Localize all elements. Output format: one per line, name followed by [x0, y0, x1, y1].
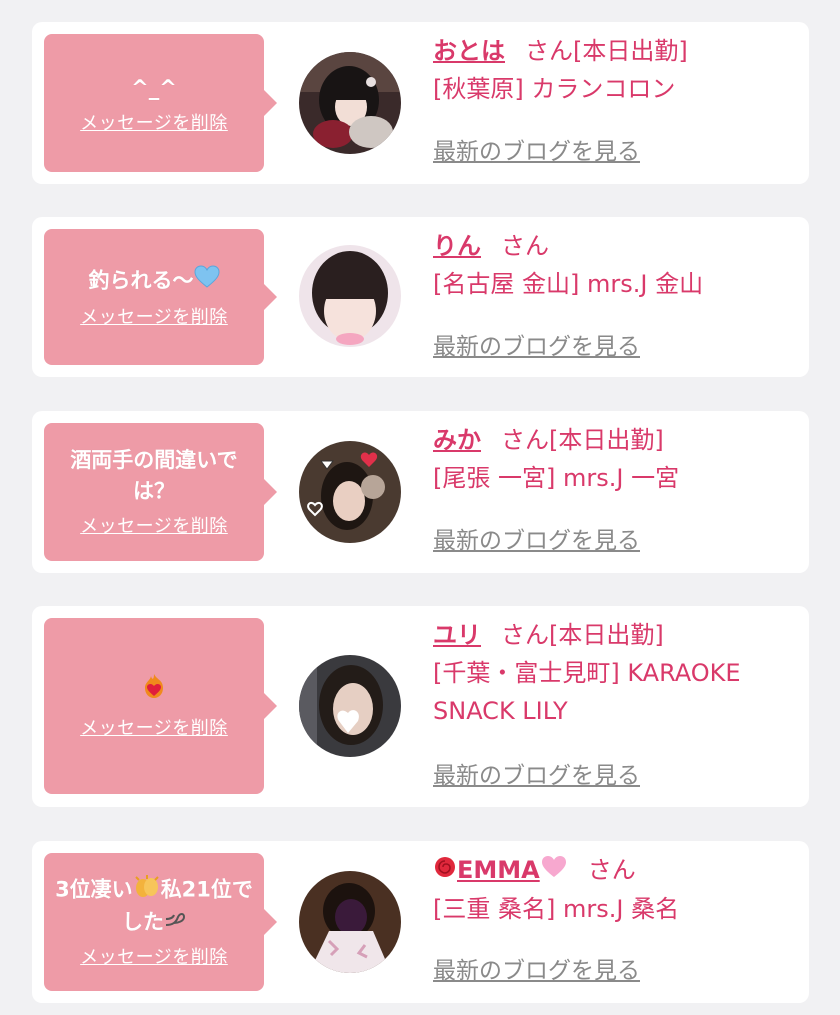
- message-text: 酒両手の間違いでは？: [70, 448, 238, 503]
- cast-status: さん: [587, 856, 636, 884]
- message-text: [54, 672, 254, 709]
- message-text: ^_^: [131, 75, 177, 100]
- message-bubble: 釣られる〜 メッセージを削除: [44, 229, 277, 365]
- delete-message-link[interactable]: メッセージを削除: [80, 946, 228, 970]
- message-text: 釣られる〜: [54, 264, 254, 298]
- delete-message-link[interactable]: メッセージを削除: [80, 515, 228, 539]
- cast-card: ^_^ メッセージを削除 おとは さん[本日出勤] [秋葉原] カランコロン 最新…: [32, 22, 809, 184]
- delete-message-link[interactable]: メッセージを削除: [80, 306, 228, 330]
- message-bubble: ^_^ メッセージを削除: [44, 34, 277, 172]
- cast-status: さん[本日出勤]: [501, 426, 664, 454]
- clapping-hands-icon: [133, 874, 161, 907]
- cast-status: さん: [501, 232, 549, 260]
- cast-card: 3位凄い 私21位でした メッセージを削除 EMMA さん [三重 桑名] mrs.…: [32, 841, 809, 1003]
- cast-info: EMMA さん [三重 桑名] mrs.J 桑名: [433, 853, 789, 928]
- message-bubble: 酒両手の間違いでは？ メッセージを削除: [44, 423, 277, 561]
- latest-blog-link[interactable]: 最新のブログを見る: [433, 760, 640, 792]
- cast-info: ユリ さん[本日出勤] [千葉・富士見町] KARAOKE SNACK LILY: [433, 618, 789, 730]
- rose-icon: [433, 854, 457, 888]
- avatar[interactable]: [299, 871, 401, 973]
- delete-message-link[interactable]: メッセージを削除: [80, 717, 228, 741]
- favorites-list: ^_^ メッセージを削除 おとは さん[本日出勤] [秋葉原] カランコロン 最新…: [0, 0, 840, 1015]
- message-text: 3位凄い 私21位でした: [54, 874, 254, 939]
- latest-blog-link[interactable]: 最新のブログを見る: [433, 955, 640, 987]
- cast-info: りん さん [名古屋 金山] mrs.J 金山: [433, 229, 789, 303]
- latest-blog-link[interactable]: 最新のブログを見る: [433, 331, 640, 363]
- avatar[interactable]: [299, 52, 401, 154]
- latest-blog-link[interactable]: 最新のブログを見る: [433, 136, 640, 168]
- cast-name-link[interactable]: ユリ: [433, 621, 481, 649]
- cast-info: みか さん[本日出勤] [尾張 一宮] mrs.J 一宮: [433, 423, 789, 497]
- latest-blog-link[interactable]: 最新のブログを見る: [433, 525, 640, 557]
- shop-name: [名古屋 金山] mrs.J 金山: [433, 270, 704, 298]
- message-bubble: メッセージを削除: [44, 618, 277, 794]
- cast-card: メッセージを削除 ユリ さん[本日出勤] [千葉・富士見町] KARAOKE SN…: [32, 606, 809, 807]
- avatar[interactable]: [299, 245, 401, 347]
- cast-info: おとは さん[本日出勤] [秋葉原] カランコロン: [433, 34, 789, 108]
- pink-heart-icon: [540, 854, 568, 888]
- shop-name: [尾張 一宮] mrs.J 一宮: [433, 464, 680, 492]
- cast-name-link[interactable]: みか: [433, 426, 481, 454]
- message-bubble: 3位凄い 私21位でした メッセージを削除: [44, 853, 277, 991]
- dashing-away-icon: [164, 907, 186, 938]
- avatar[interactable]: [299, 655, 401, 757]
- cast-name-link[interactable]: EMMA: [457, 856, 540, 884]
- shop-name: [三重 桑名] mrs.J 桑名: [433, 895, 680, 923]
- cast-name-link[interactable]: りん: [433, 232, 481, 260]
- heart-on-fire-icon: [141, 672, 167, 709]
- cast-name-link[interactable]: おとは: [433, 37, 505, 65]
- cast-status: さん[本日出勤]: [525, 37, 688, 65]
- cast-card: 釣られる〜 メッセージを削除 りん さん [名古屋 金山] mrs.J 金山 最新…: [32, 217, 809, 377]
- light-blue-heart-icon: [193, 264, 220, 298]
- avatar[interactable]: [299, 441, 401, 543]
- cast-card: 酒両手の間違いでは？ メッセージを削除 みか さん[本日出勤] [尾張 一宮] m…: [32, 411, 809, 573]
- delete-message-link[interactable]: メッセージを削除: [80, 112, 228, 136]
- shop-name: [千葉・富士見町] KARAOKE SNACK LILY: [433, 659, 741, 725]
- shop-name: [秋葉原] カランコロン: [433, 75, 676, 103]
- cast-status: さん[本日出勤]: [501, 621, 664, 649]
